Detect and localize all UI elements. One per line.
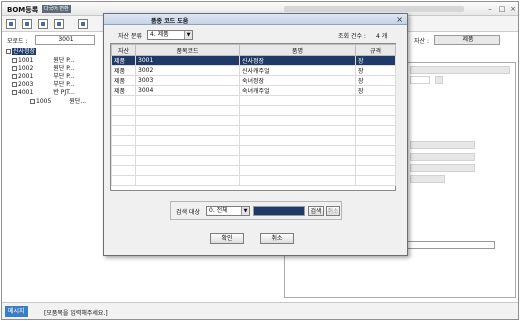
detail-row: [410, 141, 475, 149]
cell-name: 숙녀캐주얼: [239, 85, 356, 96]
search-button[interactable]: 검색: [308, 206, 324, 216]
asset-class-value: 4. 제품: [150, 31, 169, 38]
tree-toggle-icon[interactable]: [6, 49, 11, 54]
cell-code: 3004: [135, 85, 240, 96]
tree-item-code: 4001: [18, 89, 34, 96]
tree-item-name: 반 PJT...: [53, 89, 75, 96]
col-header[interactable]: 규격: [355, 44, 396, 56]
detail-input[interactable]: [410, 76, 430, 84]
close-icon[interactable]: ×: [396, 14, 403, 25]
item-table: 자산 품목코드 품명 규격 제품 3001 신사정장 장 제품 3002 신사캐…: [111, 44, 396, 186]
status-bar: 메시지 [모품목을 입력해주세요.]: [2, 302, 518, 319]
tree-item[interactable]: 4001 반 PJT...: [12, 87, 75, 96]
cell-spec: 장: [355, 55, 396, 66]
table-row[interactable]: 제품 3002 신사캐주얼 장: [111, 65, 396, 76]
close-icon[interactable]: ×: [509, 5, 517, 13]
tree-root-label: 신사정장: [12, 48, 37, 55]
view-icon[interactable]: [78, 19, 88, 29]
node-icon: [30, 99, 35, 104]
detail-row: [410, 175, 445, 183]
table-row[interactable]: 제품 3001 신사정장 장: [111, 55, 396, 66]
cell-asset: 제품: [111, 65, 136, 76]
cell-spec: 장: [355, 65, 396, 76]
empty-row: [111, 165, 396, 176]
cell-asset: 제품: [111, 55, 136, 66]
blurred-info: [284, 6, 464, 12]
window-title: BOM등록: [7, 6, 39, 14]
empty-row: [111, 155, 396, 166]
empty-row: [111, 145, 396, 156]
col-header[interactable]: 품목코드: [135, 44, 240, 56]
lookup-icon[interactable]: [435, 76, 443, 84]
asset-class-select[interactable]: 4. 제품 ▼: [147, 30, 193, 40]
detail-row: [410, 153, 475, 161]
count-value: 4 개: [376, 33, 388, 40]
item-code-help-dialog: 품종 코드 도움 × 자산 분류 4. 제품 ▼ 조회 건수 : 4 개 자산 …: [103, 13, 408, 256]
table-row[interactable]: 제품 3004 숙녀캐주얼 장: [111, 85, 396, 96]
asset-field: 제품: [434, 35, 500, 45]
empty-row: [111, 175, 396, 186]
cell-asset: 제품: [111, 75, 136, 86]
search-target-value: 0. 전체: [209, 207, 228, 214]
asset-label: 자산 :: [414, 38, 429, 45]
undo-icon[interactable]: [38, 19, 48, 29]
bom-tree: 신사정장 1001 원단 P... 1002 원단 P... 2001 부단 P...…: [6, 46, 106, 126]
language-badge[interactable]: 다국어 변환: [42, 5, 71, 13]
detail-row: [410, 164, 475, 172]
dialog-title: 품종 코드 도움: [151, 18, 189, 25]
count-label: 조회 건수 :: [338, 33, 366, 40]
search-target-select[interactable]: 0. 전체 ▼: [206, 206, 250, 216]
tree-item-code: 1005: [36, 98, 52, 105]
empty-row: [111, 125, 396, 136]
save-icon[interactable]: [6, 19, 16, 29]
col-header[interactable]: 품명: [239, 44, 356, 56]
status-message: [모품목을 입력해주세요.]: [44, 310, 108, 317]
table-row[interactable]: 제품 3003 숙녀정장 장: [111, 75, 396, 86]
detail-row: [410, 66, 510, 74]
model-input[interactable]: 3001: [35, 35, 95, 45]
cell-name: 신사정장: [239, 55, 356, 66]
node-icon: [12, 90, 17, 95]
clear-button[interactable]: 취소: [326, 206, 340, 216]
cell-code: 3001: [135, 55, 240, 66]
doc-icon[interactable]: [54, 19, 64, 29]
cell-asset: 제품: [111, 85, 136, 96]
empty-row: [111, 135, 396, 146]
asset-class-label: 자산 분류: [118, 33, 142, 40]
chevron-down-icon[interactable]: ▼: [184, 31, 192, 39]
cell-code: 3002: [135, 65, 240, 76]
model-label: 모로드 :: [7, 38, 28, 45]
cancel-button[interactable]: 취소: [260, 233, 294, 244]
tree-item[interactable]: 1005 원단...: [30, 96, 86, 105]
cell-spec: 장: [355, 75, 396, 86]
tree-root[interactable]: 신사정장: [6, 46, 37, 55]
empty-row: [111, 115, 396, 126]
search-input[interactable]: [253, 206, 305, 216]
search-panel: 검색 대상 0. 전체 ▼ 검색 취소: [170, 201, 342, 220]
cell-spec: 장: [355, 85, 396, 96]
tree-item-name: 원단...: [69, 98, 87, 105]
minimize-icon[interactable]: –: [486, 5, 494, 13]
status-tag: 메시지: [5, 306, 28, 317]
cell-code: 3003: [135, 75, 240, 86]
dialog-titlebar: 품종 코드 도움 ×: [104, 14, 407, 25]
cell-name: 신사캐주얼: [239, 65, 356, 76]
empty-row: [111, 95, 396, 106]
ok-button[interactable]: 확인: [210, 233, 244, 244]
empty-row: [111, 105, 396, 116]
print-icon[interactable]: [22, 19, 32, 29]
maximize-icon[interactable]: □: [498, 5, 506, 13]
table-header-row: 자산 품목코드 품명 규격: [111, 44, 396, 56]
search-target-label: 검색 대상: [176, 209, 200, 216]
col-header[interactable]: 자산: [111, 44, 136, 56]
chevron-down-icon[interactable]: ▼: [241, 207, 249, 215]
cell-name: 숙녀정장: [239, 75, 356, 86]
item-grid: 자산 품목코드 품명 규격 제품 3001 신사정장 장 제품 3002 신사캐…: [110, 43, 396, 191]
